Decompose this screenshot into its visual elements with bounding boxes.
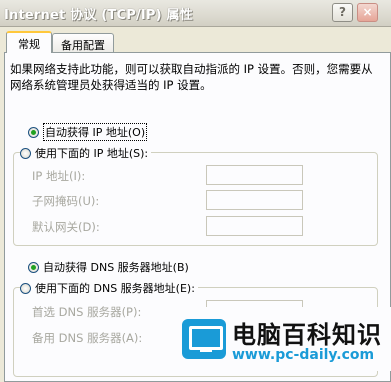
dns-auto-option[interactable]: 自动获得 DNS 服务器地址(B) — [28, 259, 192, 275]
dns-manual-label: 使用下面的 DNS 服务器地址(E): — [35, 282, 195, 295]
tab-alternate-configuration[interactable]: 备用配置 — [52, 33, 114, 53]
ip-address-field[interactable] — [206, 165, 303, 185]
ip-auto-option[interactable]: 自动获得 IP 地址(O) — [28, 123, 151, 141]
ip-auto-radio[interactable] — [28, 126, 39, 138]
dns-manual-option[interactable]: 使用下面的 DNS 服务器地址(E): — [20, 280, 198, 296]
help-button[interactable]: ? — [332, 3, 353, 22]
default-gateway-label: 默认网关(D): — [32, 220, 100, 234]
subnet-mask-label: 子网掩码(U): — [32, 194, 100, 208]
default-gateway-field[interactable] — [206, 216, 303, 236]
tab-general[interactable]: 常规 — [6, 31, 52, 53]
close-button[interactable]: × — [357, 3, 378, 22]
description-text: 如果网络支持此功能，则可以获取自动指派的 IP 设置。否则，您需要从网络系统管理… — [10, 62, 373, 92]
preferred-dns-label: 首选 DNS 服务器(P): — [32, 305, 142, 319]
subnet-mask-field[interactable] — [206, 190, 303, 210]
help-icon: ? — [339, 5, 346, 19]
ip-auto-label: 自动获得 IP 地址(O) — [43, 123, 148, 141]
monitor-logo-icon — [182, 319, 226, 359]
alternate-dns-label: 备用 DNS 服务器(A): — [32, 331, 143, 345]
ip-manual-label: 使用下面的 IP 地址(S): — [35, 147, 149, 160]
window-title: Internet 协议 (TCP/IP) 属性 — [4, 8, 193, 23]
dns-auto-label: 自动获得 DNS 服务器地址(B) — [43, 261, 189, 274]
dns-manual-radio[interactable] — [20, 282, 31, 294]
ip-manual-option[interactable]: 使用下面的 IP 地址(S): — [20, 145, 152, 161]
ip-address-label: IP 地址(I): — [32, 169, 86, 183]
watermark-title: 电脑百科知识 — [232, 321, 382, 349]
dns-auto-radio[interactable] — [28, 261, 39, 273]
watermark: 电脑百科知识 www.pc-daily.com — [174, 307, 391, 371]
ip-manual-radio[interactable] — [20, 147, 31, 159]
title-bar: Internet 协议 (TCP/IP) 属性 ? × — [0, 0, 391, 27]
close-icon: × — [362, 5, 373, 19]
watermark-url: www.pc-daily.com — [232, 347, 375, 363]
